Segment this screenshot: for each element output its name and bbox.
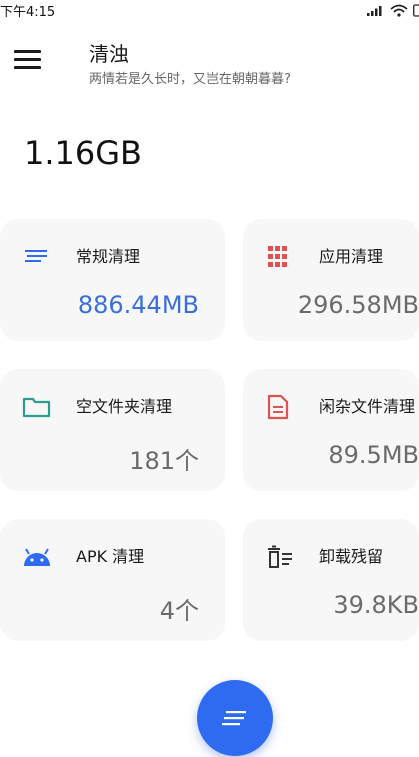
card-apk-clean[interactable]: APK 清理 4个	[0, 519, 225, 641]
card-label: APK 清理	[76, 547, 145, 566]
status-time: 下午4:15	[0, 5, 56, 20]
card-label: 闲杂文件清理	[319, 397, 416, 416]
card-value: 4个	[159, 597, 199, 625]
card-value: 181个	[129, 447, 199, 475]
signal-icon	[367, 6, 382, 16]
page-title: 清浊	[89, 42, 129, 66]
card-empty-folder-clean[interactable]: 空文件夹清理 181个	[0, 369, 225, 491]
clean-fab-button[interactable]	[197, 680, 273, 756]
card-regular-clean[interactable]: 常规清理 886.44MB	[0, 219, 225, 341]
android-icon	[24, 548, 50, 566]
lines-icon	[222, 711, 246, 726]
document-icon	[267, 394, 289, 420]
lines-icon	[25, 250, 47, 262]
card-label: 空文件夹清理	[76, 397, 173, 416]
trash-icon	[268, 545, 292, 568]
card-misc-file-clean[interactable]: 闲杂文件清理 89.5MB	[243, 369, 419, 491]
page-subtitle: 两情若是久长时，又岂在朝朝暮暮?	[89, 72, 291, 87]
wifi-icon	[390, 4, 408, 17]
grid-icon	[268, 246, 287, 267]
battery-icon	[413, 3, 419, 17]
menu-icon-line	[14, 58, 41, 61]
card-label: 卸载残留	[319, 547, 384, 566]
card-value: 39.8KB	[333, 591, 419, 619]
card-uninstall-residue[interactable]: 卸载残留 39.8KB	[243, 519, 419, 641]
status-icons	[367, 2, 419, 18]
menu-icon-line	[14, 66, 41, 69]
card-label: 应用清理	[319, 247, 384, 266]
card-value: 886.44MB	[77, 291, 199, 319]
folder-icon	[22, 397, 51, 418]
card-value: 89.5MB	[328, 441, 419, 469]
card-label: 常规清理	[76, 247, 141, 266]
menu-button[interactable]	[14, 50, 41, 70]
total-size: 1.16GB	[24, 134, 142, 172]
menu-icon	[14, 50, 41, 53]
app-header: 清浊 两情若是久长时，又岂在朝朝暮暮?	[0, 28, 419, 98]
card-app-clean[interactable]: 应用清理 296.58MB	[243, 219, 419, 341]
card-value: 296.58MB	[297, 291, 419, 319]
status-bar: 下午4:15	[0, 0, 419, 20]
